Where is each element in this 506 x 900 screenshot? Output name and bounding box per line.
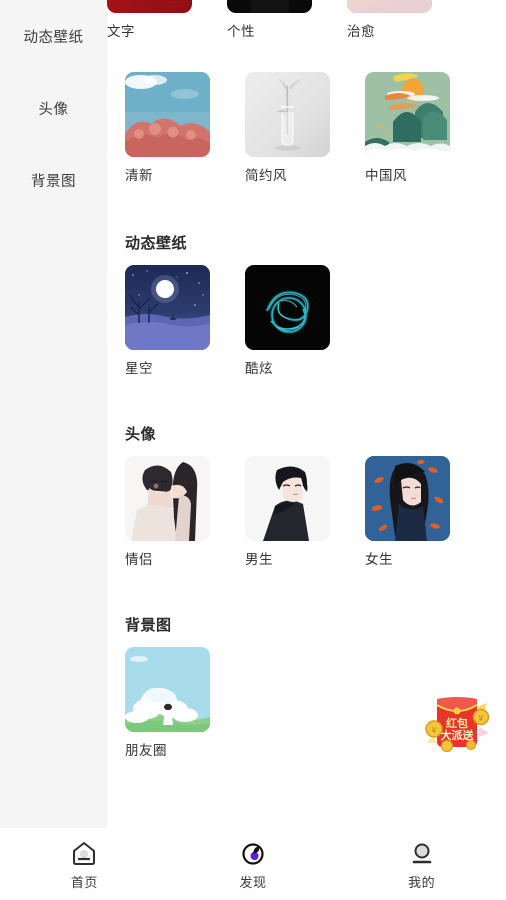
bottom-navigation-bar: 首页 发现 我的 bbox=[0, 828, 506, 900]
category-label: 朋友圈 bbox=[125, 743, 167, 758]
sidebar-item-label: 背景图 bbox=[31, 173, 76, 190]
app-root: 动态壁纸 头像 背景图 文字 个性 治愈 清新 简约风 中国风 动态壁纸 星空 … bbox=[0, 0, 506, 900]
category-card[interactable]: 治愈 bbox=[347, 0, 467, 40]
category-label: 简约风 bbox=[245, 168, 287, 183]
sidebar-item-label: 头像 bbox=[38, 101, 69, 118]
thumbnail-girl-illustration[interactable] bbox=[365, 456, 450, 541]
category-label: 酷炫 bbox=[245, 361, 273, 376]
category-card[interactable]: 女生 bbox=[365, 456, 485, 568]
thumbnail-minimal-vase[interactable] bbox=[245, 72, 330, 157]
category-card[interactable]: 文字 bbox=[107, 0, 227, 40]
sidebar-item-background[interactable]: 背景图 bbox=[0, 144, 107, 216]
svg-text:¥: ¥ bbox=[431, 726, 437, 735]
category-label: 男生 bbox=[245, 552, 273, 567]
category-card[interactable]: 酷炫 bbox=[245, 265, 365, 377]
thumbnail-pastel-healing[interactable] bbox=[347, 0, 432, 13]
thumbnail-cherry-blossom-sky[interactable] bbox=[125, 72, 210, 157]
sidebar-item-avatar[interactable]: 头像 bbox=[0, 72, 107, 144]
category-label: 个性 bbox=[227, 24, 255, 39]
category-card[interactable]: 清新 bbox=[125, 72, 245, 184]
category-card[interactable]: 情侣 bbox=[125, 456, 245, 568]
thumbnail-starry-moon-night[interactable] bbox=[125, 265, 210, 350]
category-label: 治愈 bbox=[347, 24, 375, 39]
category-card[interactable]: 中国风 bbox=[365, 72, 485, 184]
category-label: 星空 bbox=[125, 361, 153, 376]
nav-label-home: 首页 bbox=[70, 875, 98, 890]
wallpaper-grid-2: 清新 简约风 中国风 bbox=[125, 72, 506, 202]
thumbnail-chinese-mountain[interactable] bbox=[365, 72, 450, 157]
redpacket-line2: 大派送 bbox=[441, 728, 475, 742]
compass-icon bbox=[242, 843, 264, 865]
wallpaper-row-2: 清新 简约风 中国风 bbox=[107, 72, 506, 202]
category-card[interactable]: 朋友圈 bbox=[125, 647, 245, 759]
nav-item-home[interactable]: 首页 bbox=[0, 840, 169, 891]
category-label: 清新 bbox=[125, 168, 153, 183]
wallpaper-grid-partial: 文字 个性 治愈 bbox=[107, 0, 467, 58]
thumbnail-red-festive-text[interactable] bbox=[107, 0, 192, 13]
redpacket-line1: 红包 bbox=[446, 716, 468, 730]
category-card[interactable]: 简约风 bbox=[245, 72, 365, 184]
category-label: 中国风 bbox=[365, 168, 407, 183]
thumbnail-sky-cloud-girl[interactable] bbox=[125, 647, 210, 732]
svg-text:¥: ¥ bbox=[478, 714, 484, 723]
home-icon bbox=[73, 842, 96, 865]
top-partial-row: 文字 个性 治愈 bbox=[107, 0, 506, 58]
nav-label-mine: 我的 bbox=[408, 875, 436, 890]
thumbnail-neon-swirl-dark[interactable] bbox=[245, 265, 330, 350]
thumbnail-boy-illustration[interactable] bbox=[245, 456, 330, 541]
redpacket-icon: ¥ ¥ 红包 大派送 bbox=[425, 697, 490, 753]
category-label: 情侣 bbox=[125, 552, 153, 567]
category-card[interactable]: 星空 bbox=[125, 265, 245, 377]
thumbnail-couple-illustration[interactable] bbox=[125, 456, 210, 541]
nav-item-mine[interactable]: 我的 bbox=[337, 840, 506, 891]
category-label: 女生 bbox=[365, 552, 393, 567]
person-icon bbox=[412, 843, 431, 864]
category-sidebar: 动态壁纸 头像 背景图 bbox=[0, 0, 107, 828]
nav-label-discover: 发现 bbox=[239, 875, 267, 890]
category-card[interactable]: 个性 bbox=[227, 0, 347, 40]
section-avatar: 头像 情侣 男生 女生 bbox=[107, 423, 506, 586]
category-label: 文字 bbox=[107, 24, 135, 39]
section-title: 动态壁纸 bbox=[125, 235, 188, 252]
sidebar-item-label: 动态壁纸 bbox=[23, 29, 84, 46]
dynamic-wallpaper-grid: 星空 酷炫 bbox=[125, 265, 506, 395]
redpacket-promo-button[interactable]: ¥ ¥ 红包 大派送 bbox=[425, 693, 491, 755]
category-card[interactable]: 男生 bbox=[245, 456, 365, 568]
nav-item-discover[interactable]: 发现 bbox=[169, 840, 338, 891]
thumbnail-black-personality[interactable] bbox=[227, 0, 312, 13]
section-title: 头像 bbox=[125, 426, 157, 443]
section-dynamic-wallpaper: 动态壁纸 星空 酷炫 bbox=[107, 232, 506, 395]
avatar-grid: 情侣 男生 女生 bbox=[125, 456, 506, 586]
section-title: 背景图 bbox=[125, 617, 172, 634]
sidebar-item-dynamic-wallpaper[interactable]: 动态壁纸 bbox=[0, 0, 107, 72]
